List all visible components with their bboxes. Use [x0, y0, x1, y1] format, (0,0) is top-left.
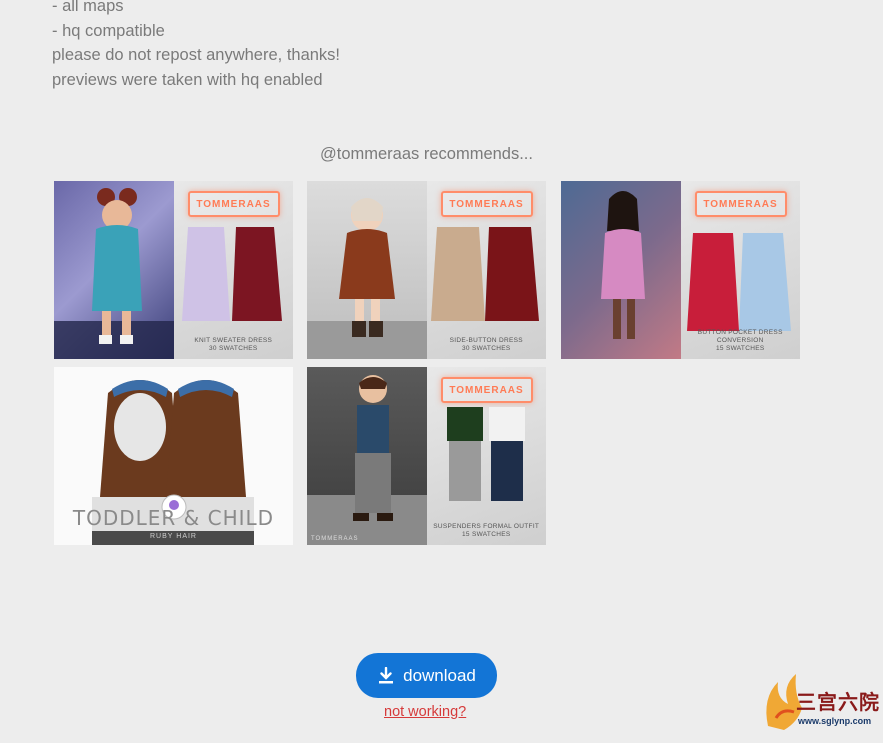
recommendation-card-ruby-hair[interactable]: TODDLER & CHILD RUBY HAIR	[54, 367, 293, 545]
product-caption: SUSPENDERS FORMAL OUTFIT 15 SWATCHES	[433, 523, 540, 538]
description: - all maps - hq compatible please do not…	[52, 0, 340, 92]
preview-photo	[307, 181, 427, 359]
download-button[interactable]: download	[356, 653, 497, 698]
swatch-panel: TOMMERAAS BUTTON POCKET DRESS CONVERSION…	[680, 181, 800, 359]
description-line: please do not repost anywhere, thanks!	[52, 46, 341, 65]
product-caption: SIDE-BUTTON DRESS 30 SWATCHES	[449, 337, 523, 352]
description-line: - all maps	[52, 0, 124, 15]
brand-tag: TOMMERAAS	[311, 536, 359, 542]
recommendation-card-button-pocket-dress[interactable]: TOMMERAAS BUTTON POCKET DRESS CONVERSION…	[561, 181, 800, 359]
swatch-panel: TOMMERAAS SUSPENDERS FORMAL OUTFIT 15 SW…	[426, 367, 546, 545]
toddler-figure	[307, 198, 427, 359]
swatch-panel: TOMMERAAS KNIT SWEATER DRESS 30 SWATCHES	[173, 181, 293, 359]
not-working-link[interactable]: not working?	[384, 704, 466, 720]
preview-photo: TOMMERAAS	[307, 367, 427, 545]
watermark-brand: 三宫六院	[796, 690, 880, 714]
swatch-panel: TOMMERAAS SIDE-BUTTON DRESS 30 SWATCHES	[426, 181, 546, 359]
child-figure	[601, 191, 645, 339]
hair-title: TODDLER & CHILD	[72, 506, 275, 530]
description-line: previews were taken with hq enabled	[52, 70, 323, 89]
toddler-figure	[307, 375, 427, 545]
watermark-url: www.sglynp.com	[798, 716, 872, 726]
recommendation-card-side-button-dress[interactable]: TOMMERAAS SIDE-BUTTON DRESS 30 SWATCHES	[307, 181, 546, 359]
recommendation-card-knit-sweater-dress[interactable]: TOMMERAAS KNIT SWEATER DRESS 30 SWATCHES	[54, 181, 293, 359]
description-line: - hq compatible	[52, 21, 165, 40]
recommendation-card-suspenders-outfit[interactable]: TOMMERAAS TOMMERAAS SUSPENDERS FORMAL OU…	[307, 367, 546, 545]
preview-photo	[54, 181, 174, 359]
product-caption: KNIT SWEATER DRESS 30 SWATCHES	[194, 337, 273, 352]
download-label: download	[403, 665, 476, 685]
download-icon	[379, 666, 394, 683]
product-caption: BUTTON POCKET DRESS CONVERSION 15 SWATCH…	[697, 329, 783, 352]
recommends-heading: @tommeraas recommends...	[320, 145, 533, 163]
preview-photo	[561, 181, 681, 359]
toddler-figure	[54, 188, 174, 359]
site-watermark: 三宫六院 www.sglynp.com	[758, 668, 883, 738]
hair-name: RUBY HAIR	[150, 533, 197, 540]
